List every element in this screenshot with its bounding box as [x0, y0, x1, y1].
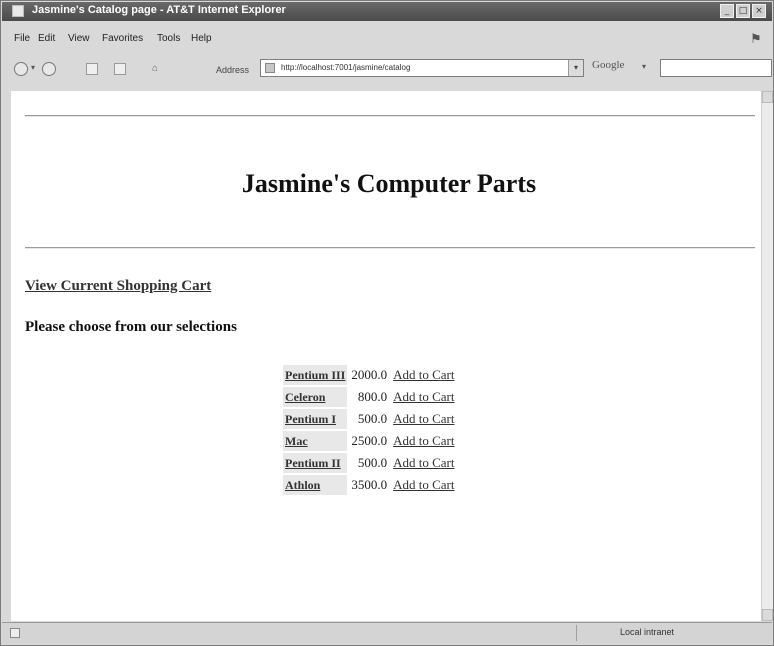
address-url[interactable]: http://localhost:7001/jasmine/catalog [281, 63, 410, 72]
close-icon[interactable]: × [752, 4, 766, 18]
product-price: 3500.0 [351, 477, 388, 492]
window-title: Jasmine's Catalog page - AT&T Internet E… [32, 4, 286, 16]
product-price: 500.0 [357, 411, 388, 426]
product-link[interactable]: Pentium III [283, 365, 348, 385]
product-link[interactable]: Pentium I [283, 409, 348, 429]
menu-file[interactable]: File [14, 33, 30, 44]
status-bar: Local intranet [2, 622, 772, 644]
product-table: Pentium III 2000.0 Add to Cart Celeron 8… [281, 363, 458, 497]
address-dropdown-icon[interactable]: ▾ [568, 60, 583, 76]
product-link[interactable]: Mac [283, 431, 348, 451]
minimize-icon[interactable]: _ [720, 4, 734, 18]
table-row: Mac 2500.0 Add to Cart [283, 431, 456, 451]
google-dropdown-icon[interactable]: ▾ [642, 62, 646, 71]
product-price: 500.0 [357, 455, 388, 470]
view-cart-link[interactable]: View Current Shopping Cart [25, 278, 211, 295]
add-to-cart-link[interactable]: Add to Cart [391, 475, 456, 495]
product-link[interactable]: Celeron [283, 387, 348, 407]
product-price: 2500.0 [351, 433, 388, 448]
title-bar: Jasmine's Catalog page - AT&T Internet E… [2, 2, 772, 21]
product-link[interactable]: Pentium II [283, 453, 348, 473]
add-to-cart-link[interactable]: Add to Cart [391, 387, 456, 407]
scroll-up-icon[interactable] [762, 91, 773, 103]
add-to-cart-link[interactable]: Add to Cart [391, 431, 456, 451]
scroll-down-icon[interactable] [762, 609, 773, 621]
table-row: Pentium I 500.0 Add to Cart [283, 409, 456, 429]
menu-favorites[interactable]: Favorites [102, 33, 143, 44]
table-row: Celeron 800.0 Add to Cart [283, 387, 456, 407]
back-icon[interactable] [14, 62, 28, 76]
address-bar[interactable]: http://localhost:7001/jasmine/catalog ▾ [260, 59, 584, 77]
table-row: Athlon 3500.0 Add to Cart [283, 475, 456, 495]
add-to-cart-link[interactable]: Add to Cart [391, 453, 456, 473]
browser-window: Jasmine's Catalog page - AT&T Internet E… [0, 0, 774, 646]
page-content: Jasmine's Computer Parts View Current Sh… [11, 91, 761, 621]
product-price: 800.0 [357, 389, 388, 404]
menu-bar: File Edit View Favorites Tools Help ⚑ [2, 31, 772, 47]
status-separator [576, 625, 577, 641]
menu-edit[interactable]: Edit [38, 33, 55, 44]
table-row: Pentium II 500.0 Add to Cart [283, 453, 456, 473]
add-to-cart-link[interactable]: Add to Cart [391, 365, 456, 385]
page-title: Jasmine's Computer Parts [241, 169, 537, 198]
page-icon [265, 63, 275, 73]
menu-tools[interactable]: Tools [157, 33, 180, 44]
security-zone: Local intranet [620, 627, 675, 637]
ie-icon [12, 5, 24, 17]
stop-icon[interactable] [86, 63, 98, 75]
google-toolbar-logo[interactable]: Google [592, 59, 624, 71]
top-divider [25, 115, 755, 117]
home-icon[interactable]: ⌂ [152, 63, 158, 74]
back-dropdown-icon[interactable]: ▾ [31, 63, 35, 72]
bottom-divider [25, 247, 755, 249]
table-row: Pentium III 2000.0 Add to Cart [283, 365, 456, 385]
menu-view[interactable]: View [68, 33, 90, 44]
google-search-input[interactable] [660, 59, 772, 77]
address-label: Address [216, 65, 250, 75]
page-status-icon [10, 628, 20, 638]
selections-heading: Please choose from our selections [25, 319, 237, 335]
menu-help[interactable]: Help [191, 33, 212, 44]
product-price: 2000.0 [351, 367, 388, 382]
refresh-icon[interactable] [114, 63, 126, 75]
forward-icon[interactable] [42, 62, 56, 76]
add-to-cart-link[interactable]: Add to Cart [391, 409, 456, 429]
windows-flag-icon: ⚑ [750, 31, 762, 46]
maximize-icon[interactable]: □ [736, 4, 750, 18]
vertical-scrollbar[interactable] [761, 91, 773, 621]
navigation-toolbar: ▾ ⌂ Address http://localhost:7001/jasmin… [2, 53, 772, 85]
product-link[interactable]: Athlon [283, 475, 348, 495]
